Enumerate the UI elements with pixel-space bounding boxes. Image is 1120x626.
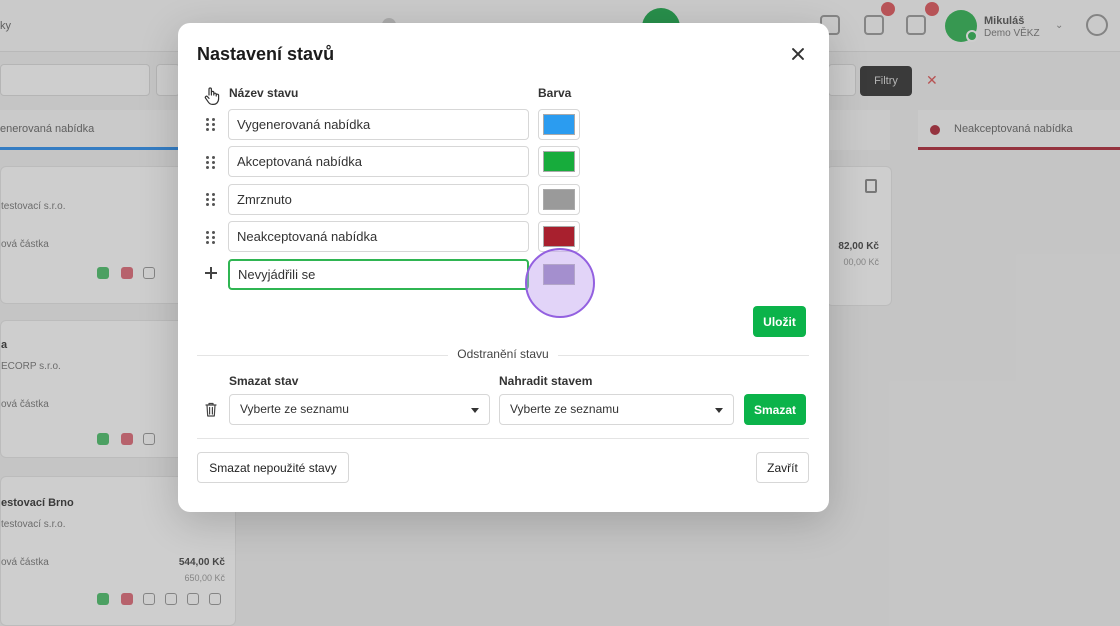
drag-handle-icon[interactable] xyxy=(206,193,216,207)
select-value: Vyberte ze seznamu xyxy=(240,402,349,416)
color-swatch xyxy=(543,226,575,247)
state-name-column-label: Název stavu xyxy=(229,86,299,100)
color-picker[interactable] xyxy=(538,259,580,290)
color-swatch xyxy=(543,114,575,135)
color-column-label: Barva xyxy=(538,86,572,100)
drag-handle-icon[interactable] xyxy=(206,231,216,245)
hand-pointer-icon xyxy=(204,87,220,105)
color-swatch xyxy=(543,264,575,285)
caret-down-icon xyxy=(471,408,479,413)
state-name-input[interactable] xyxy=(228,184,529,215)
caret-down-icon xyxy=(715,408,723,413)
trash-icon xyxy=(205,402,217,417)
delete-unused-states-button[interactable]: Smazat nepoužité stavy xyxy=(197,452,349,483)
replace-state-select[interactable]: Vyberte ze seznamu xyxy=(499,394,734,425)
color-picker[interactable] xyxy=(538,109,580,140)
state-name-input[interactable] xyxy=(228,146,529,177)
close-icon[interactable] xyxy=(787,43,809,65)
close-button[interactable]: Zavřít xyxy=(756,452,809,483)
state-name-input[interactable] xyxy=(228,221,529,252)
color-picker[interactable] xyxy=(538,184,580,215)
state-settings-dialog: Nastavení stavů Název stavu Barva Uložit… xyxy=(178,23,829,512)
color-picker[interactable] xyxy=(538,221,580,252)
color-swatch xyxy=(543,189,575,210)
color-swatch xyxy=(543,151,575,172)
save-button[interactable]: Uložit xyxy=(753,306,806,337)
color-picker[interactable] xyxy=(538,146,580,177)
delete-state-select[interactable]: Vyberte ze seznamu xyxy=(229,394,490,425)
delete-state-label: Smazat stav xyxy=(229,374,299,388)
new-state-name-input[interactable] xyxy=(228,259,529,290)
plus-icon[interactable] xyxy=(205,267,217,279)
state-name-input[interactable] xyxy=(228,109,529,140)
replace-state-label: Nahradit stavem xyxy=(499,374,593,388)
delete-state-button[interactable]: Smazat xyxy=(744,394,806,425)
delete-section-title: Odstranění stavu xyxy=(448,347,558,361)
drag-handle-icon[interactable] xyxy=(206,118,216,132)
drag-handle-icon[interactable] xyxy=(206,156,216,170)
dialog-title: Nastavení stavů xyxy=(197,44,335,64)
divider xyxy=(197,438,809,439)
select-value: Vyberte ze seznamu xyxy=(510,402,619,416)
